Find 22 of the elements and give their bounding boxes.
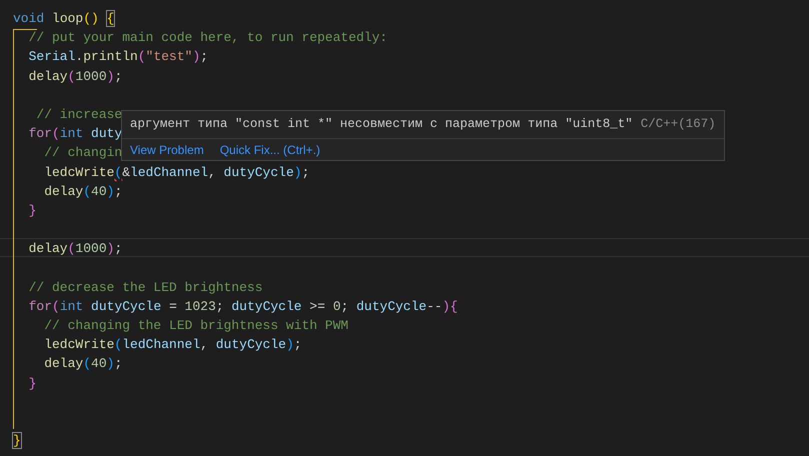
code-line: } bbox=[28, 202, 36, 220]
action-link[interactable]: View Problem bbox=[130, 140, 204, 158]
code-line: void loop() { bbox=[13, 10, 114, 28]
code-line: delay(40); bbox=[43, 355, 122, 374]
code-line: // changin bbox=[43, 144, 122, 162]
code-line: } bbox=[13, 432, 21, 450]
code-line: delay(40); bbox=[43, 182, 122, 201]
error-source: C/C++(167) bbox=[640, 116, 716, 134]
code-line: ledcWrite(ledChannel, dutyCycle); bbox=[43, 336, 302, 354]
code-line: // decrease the LED brightness bbox=[28, 278, 263, 297]
code-line: ledcWrite(&ledChannel, dutyCycle); bbox=[43, 164, 310, 182]
action-link[interactable]: Quick Fix... (Ctrl+.) bbox=[220, 140, 320, 158]
code-line: // increase bbox=[35, 106, 122, 124]
code-line: for(int dutyCycle = 1023; dutyCycle >= 0; dutyCycle--){ bbox=[28, 298, 458, 316]
code-line: for(int duty bbox=[28, 125, 122, 144]
code-line: } bbox=[28, 374, 36, 393]
code-line: delay(1000); bbox=[28, 68, 122, 86]
code-line: Serial.println("test"); bbox=[28, 48, 208, 66]
error-message: аргумент типа "const int *" несовместим с параметром типа "uint8_t" bbox=[130, 116, 633, 134]
code-line: // put your main code here, to run repeatedly: bbox=[28, 29, 388, 48]
code-line: // changing the LED brightness with PWM bbox=[43, 317, 348, 335]
code-line: delay(1000); bbox=[28, 240, 122, 258]
